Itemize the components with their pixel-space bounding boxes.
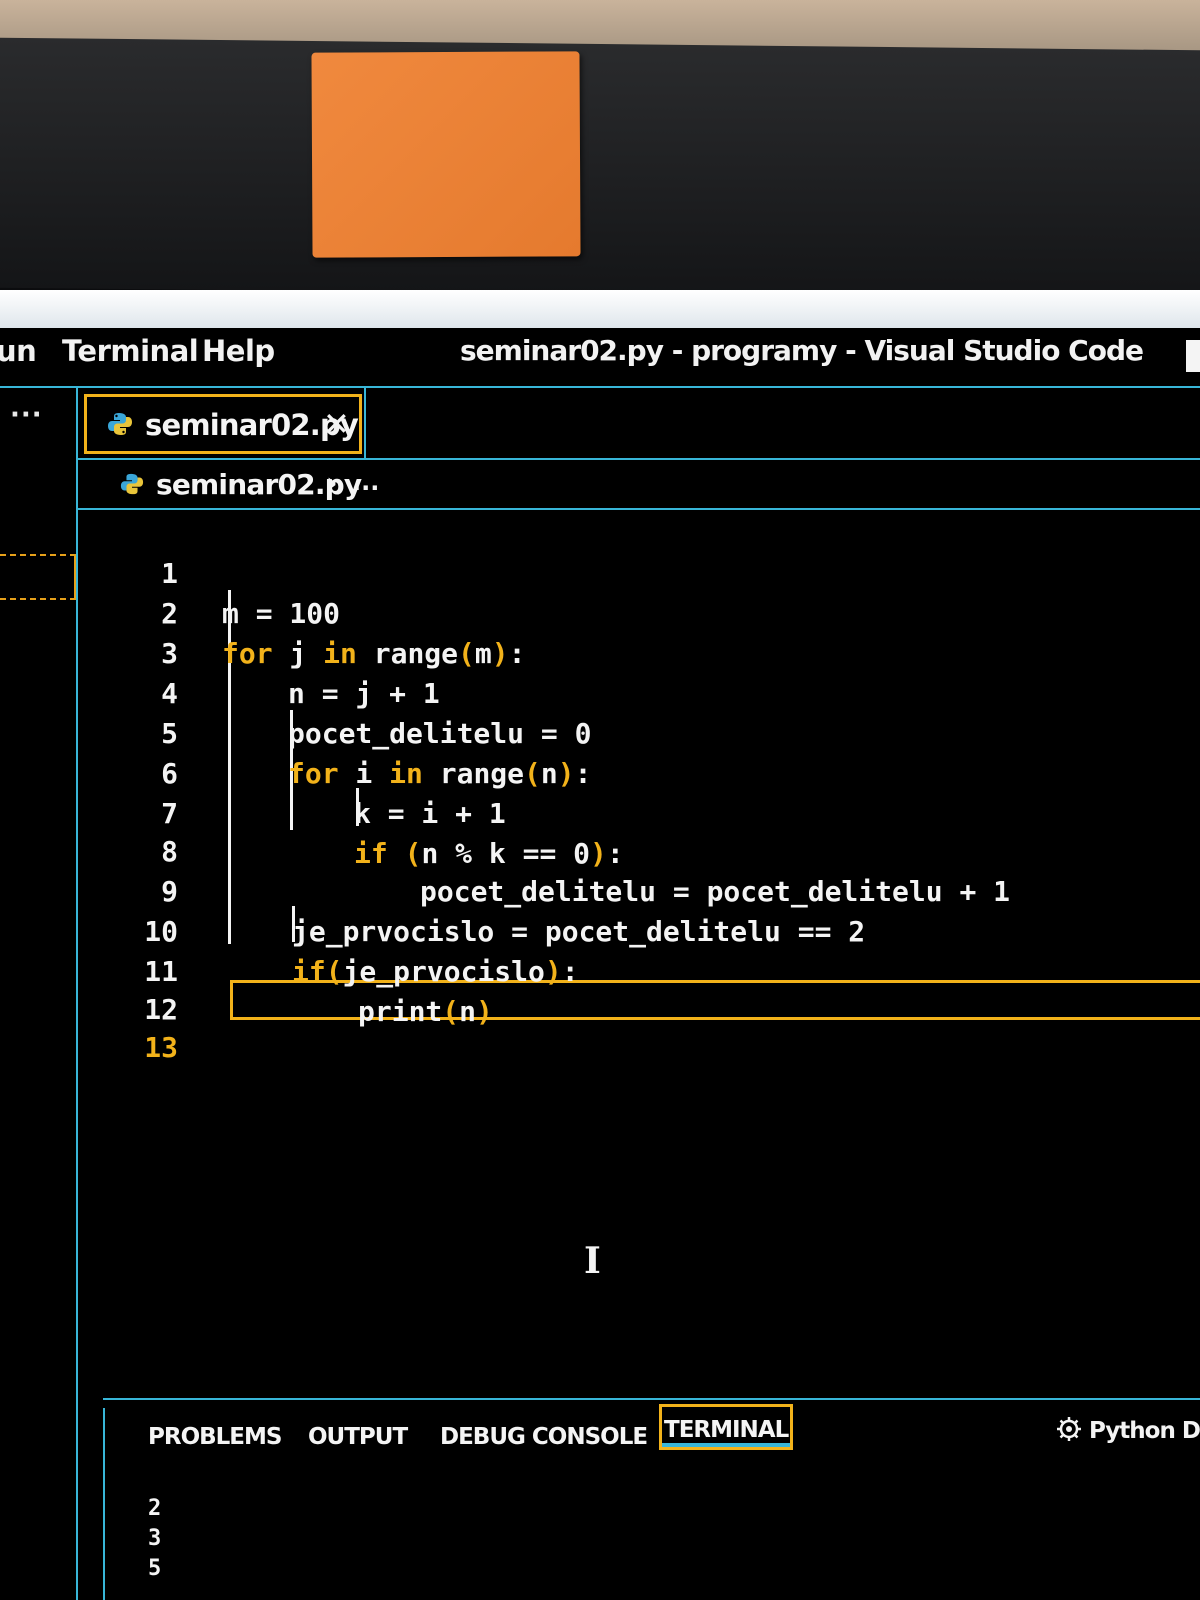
code-line: 1 m = 100	[78, 514, 1200, 630]
python-debug-label: Python De	[1089, 1418, 1200, 1444]
debug-gear-icon	[1057, 1417, 1081, 1441]
terminal-output-line: 5	[148, 1556, 162, 1581]
menu-run[interactable]: un	[0, 334, 37, 368]
panel-left-border	[103, 1408, 105, 1600]
code-line: 2 for j in range(m):	[78, 554, 1200, 670]
python-icon	[120, 472, 144, 500]
tab-debug-console[interactable]: DEBUG CONSOLE	[440, 1424, 648, 1450]
menu-terminal[interactable]: Terminal	[62, 334, 199, 368]
chevron-right-icon: ›	[326, 466, 338, 499]
tab-problems[interactable]: PROBLEMS	[148, 1424, 282, 1450]
python-debug-selector[interactable]: Python De	[1056, 1416, 1200, 1444]
code-line: 5 for i in range(n):	[78, 674, 1200, 790]
code-line: 4 pocet_delitelu = 0	[78, 634, 1200, 750]
code-line: 7 if (n % k == 0):	[78, 754, 1200, 870]
terminal-output-line: 3	[148, 1526, 162, 1551]
tabs-border	[76, 458, 1200, 460]
code-editor[interactable]: 1 m = 100 2 for j in range(m): 3 n = j +…	[78, 510, 1200, 1400]
code-line-active: 13	[78, 988, 1200, 1064]
tab-seminar02[interactable]: seminar02.py ✕	[84, 394, 362, 454]
panel-border	[103, 1398, 1200, 1400]
close-icon[interactable]: ✕	[323, 405, 350, 443]
sticky-note	[311, 51, 581, 258]
code-line: 3 n = j + 1	[78, 594, 1200, 710]
code-line: 9 je_prvocislo = pocet_delitelu == 2	[78, 832, 1200, 948]
breadcrumb-symbols[interactable]: ...	[352, 468, 379, 496]
monitor-bezel	[0, 37, 1200, 301]
window-title: seminar02.py - programy - Visual Studio …	[460, 334, 1144, 367]
tab-output[interactable]: OUTPUT	[308, 1424, 408, 1450]
code-line: 6 k = i + 1	[78, 714, 1200, 830]
menu-help[interactable]: Help	[202, 334, 275, 368]
screen-glare	[0, 290, 1200, 328]
vscode-window: un Terminal Help seminar02.py - programy…	[0, 328, 1200, 1600]
code-line: 12	[78, 950, 1200, 1026]
text-cursor-icon: I	[584, 1240, 601, 1282]
sidebar-focused-item[interactable]	[0, 554, 76, 600]
tab-divider	[364, 386, 366, 460]
terminal-output-line: 2	[148, 1496, 162, 1521]
more-actions-icon[interactable]: ···	[10, 400, 43, 430]
line-number-active: 13	[144, 1031, 178, 1064]
title-bar: un Terminal Help seminar02.py - programy…	[0, 328, 1200, 388]
window-control-edge[interactable]	[1186, 340, 1200, 372]
code-line: 11 print(n)	[78, 912, 1200, 1028]
code-line: 8 pocet_delitelu = pocet_delitelu + 1	[78, 792, 1200, 908]
code-line: 10 if(je_prvocislo):	[78, 872, 1200, 988]
python-icon	[107, 411, 133, 441]
tab-terminal[interactable]: TERMINAL	[659, 1404, 794, 1450]
